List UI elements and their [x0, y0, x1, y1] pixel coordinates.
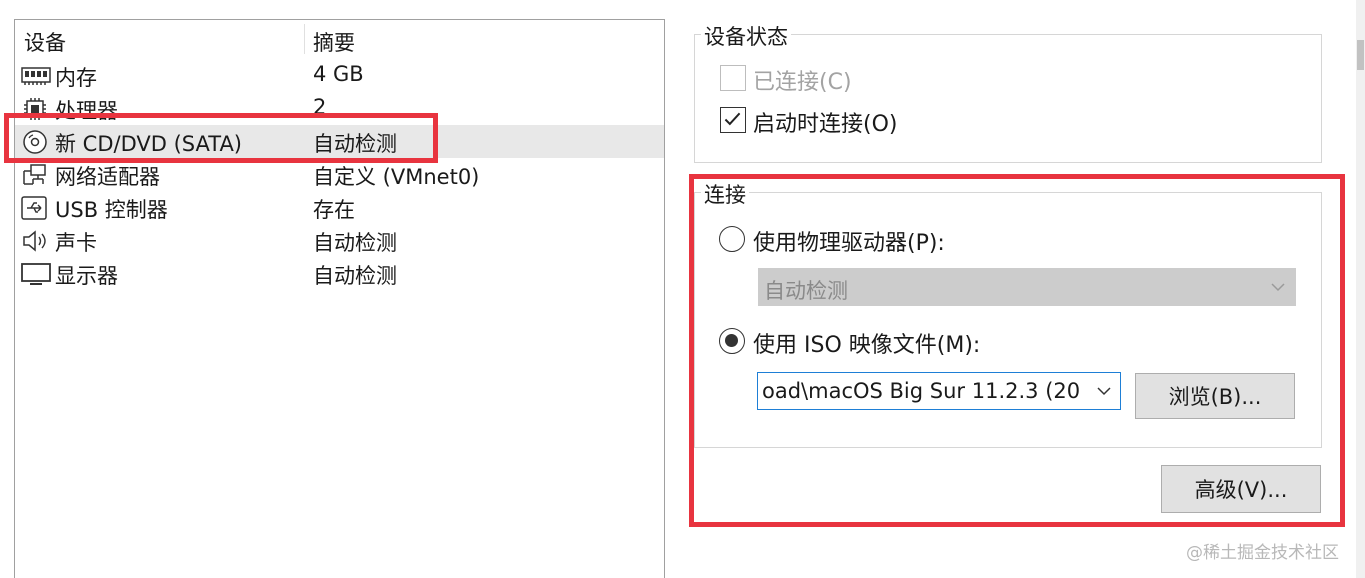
physical-drive-select[interactable]: 自动检测	[758, 268, 1296, 306]
radio-selected-dot	[725, 334, 738, 347]
connect-at-power-on-checkbox[interactable]	[720, 107, 746, 133]
device-name: 网络适配器	[55, 165, 160, 189]
network-adapter-icon	[23, 164, 46, 185]
monitor-icon	[21, 263, 51, 285]
device-row-processor[interactable]: 处理器 2	[15, 92, 664, 125]
iso-path-value: oad\macOS Big Sur 11.2.3 (20	[762, 379, 1081, 403]
watermark: @稀土掘金技术社区	[1186, 543, 1339, 563]
device-row-display[interactable]: 显示器 自动检测	[15, 257, 664, 290]
connected-checkbox[interactable]	[720, 65, 746, 91]
iso-image-label: 使用 ISO 映像文件(M):	[753, 333, 981, 358]
chevron-down-icon	[1271, 283, 1285, 292]
speaker-icon	[23, 230, 46, 252]
physical-drive-radio[interactable]	[719, 226, 745, 252]
column-separator[interactable]	[304, 24, 305, 54]
device-status-title: 设备状态	[701, 21, 791, 51]
device-summary: 2	[313, 95, 327, 119]
device-summary: 自动检测	[313, 264, 397, 288]
device-summary: 存在	[313, 198, 355, 222]
device-name: 声卡	[55, 231, 97, 255]
device-list: 设备 摘要 内存 4 GB 处理器 2 新 CD/DVD (SATA) 自动检测	[14, 19, 665, 578]
processor-icon	[24, 98, 46, 120]
physical-drive-value: 自动检测	[764, 279, 848, 303]
device-row-memory[interactable]: 内存 4 GB	[15, 59, 664, 92]
device-row-usb[interactable]: USB 控制器 存在	[15, 191, 664, 224]
checkmark-icon	[724, 112, 741, 126]
connect-at-power-on-label: 启动时连接(O)	[753, 112, 898, 137]
column-header-summary[interactable]: 摘要	[313, 27, 355, 57]
device-summary: 4 GB	[313, 62, 364, 86]
device-name: 内存	[55, 66, 97, 90]
browse-button[interactable]: 浏览(B)...	[1135, 373, 1295, 419]
scrollbar-thumb[interactable]	[1357, 40, 1364, 70]
combo-dropdown-button[interactable]	[1088, 373, 1120, 409]
device-row-sound-card[interactable]: 声卡 自动检测	[15, 224, 664, 257]
chevron-down-icon	[1097, 387, 1111, 396]
device-name: 显示器	[55, 264, 118, 288]
device-name: USB 控制器	[55, 198, 168, 222]
device-row-cd-dvd[interactable]: 新 CD/DVD (SATA) 自动检测	[15, 125, 664, 158]
device-status-group	[694, 34, 1322, 163]
device-name: 处理器	[55, 99, 118, 123]
device-summary: 自动检测	[313, 231, 397, 255]
scrollbar-track[interactable]	[1356, 0, 1365, 578]
connected-label: 已连接(C)	[753, 70, 852, 95]
connection-title: 连接	[701, 179, 749, 209]
usb-icon	[21, 196, 47, 220]
device-list-header: 设备 摘要	[15, 20, 664, 58]
device-row-network-adapter[interactable]: 网络适配器 自定义 (VMnet0)	[15, 158, 664, 191]
column-header-device[interactable]: 设备	[24, 27, 66, 57]
iso-image-radio[interactable]	[719, 328, 745, 354]
device-name: 新 CD/DVD (SATA)	[55, 132, 243, 156]
device-summary: 自定义 (VMnet0)	[313, 165, 480, 189]
cd-dvd-icon	[23, 130, 47, 154]
memory-icon	[21, 67, 51, 85]
advanced-button[interactable]: 高级(V)...	[1161, 465, 1321, 513]
iso-path-combo[interactable]: oad\macOS Big Sur 11.2.3 (20	[757, 372, 1121, 410]
physical-drive-label: 使用物理驱动器(P):	[753, 231, 945, 256]
device-summary: 自动检测	[313, 132, 397, 156]
